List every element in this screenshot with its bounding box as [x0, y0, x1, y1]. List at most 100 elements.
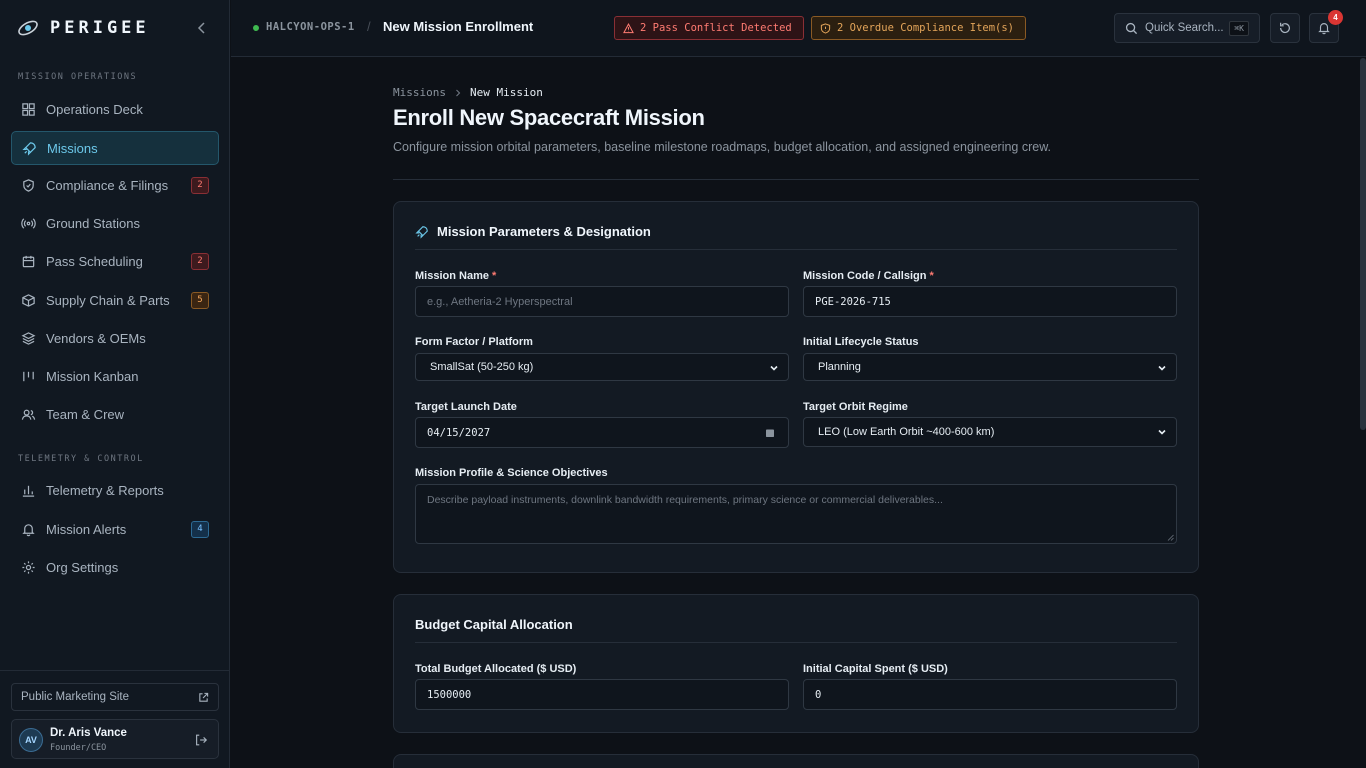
org-status-dot: [253, 25, 259, 31]
section-label-mission-operations: MISSION OPERATIONS: [18, 72, 138, 82]
lifecycle-value: Planning: [818, 361, 861, 373]
launch-date-input[interactable]: 04/15/2027: [415, 417, 789, 448]
objectives-textarea[interactable]: Describe payload instruments, downlink b…: [415, 484, 1177, 544]
required-marker: *: [492, 270, 497, 282]
grid-icon: [22, 102, 35, 116]
sidebar-item-label: Missions: [47, 140, 98, 156]
calendar-icon: [766, 429, 774, 437]
shield-check-icon: [23, 178, 34, 192]
notifications-button[interactable]: 4: [1309, 10, 1343, 43]
capital-spent-input[interactable]: 0: [803, 679, 1177, 710]
budget-allocation-card: Budget Capital Allocation Total Budget A…: [393, 594, 1199, 733]
radio-tower-icon: [21, 217, 36, 229]
logout-icon[interactable]: [194, 733, 208, 747]
sidebar-item-label: Mission Kanban: [46, 368, 139, 384]
mission-code-input[interactable]: PGE-2026-715: [803, 286, 1177, 317]
sidebar-item-mission-kanban[interactable]: Mission Kanban: [11, 359, 219, 393]
sidebar-item-supply-chain[interactable]: Supply Chain & Parts 5: [11, 283, 219, 317]
refresh-button[interactable]: [1270, 13, 1300, 43]
form-factor-label: Form Factor / Platform: [415, 336, 533, 348]
search-icon: [1125, 22, 1138, 34]
breadcrumb: Missions New Mission: [393, 86, 543, 99]
package-icon: [22, 293, 35, 307]
mission-code-label-text: Mission Code / Callsign: [803, 270, 927, 282]
topbar-separator: /: [367, 19, 371, 34]
mission-parameters-card: Mission Parameters & Designation Mission…: [393, 201, 1199, 573]
sidebar-item-label: Supply Chain & Parts: [46, 292, 170, 308]
topbar: HALCYON-OPS-1 / New Mission Enrollment 2…: [231, 0, 1366, 57]
total-budget-input[interactable]: 1500000: [415, 679, 789, 710]
sidebar-item-label: Operations Deck: [46, 101, 143, 117]
breadcrumb-missions[interactable]: Missions: [393, 86, 446, 99]
objectives-label: Mission Profile & Science Objectives: [415, 467, 608, 479]
refresh-icon: [1280, 22, 1290, 34]
sidebar-item-telemetry-reports[interactable]: Telemetry & Reports: [11, 473, 219, 507]
rocket-icon: [415, 226, 428, 239]
sidebar-item-label: Ground Stations: [46, 215, 140, 231]
section-label-telemetry-control: TELEMETRY & CONTROL: [18, 454, 144, 464]
org-name[interactable]: HALCYON-OPS-1: [266, 21, 355, 33]
total-budget-value: 1500000: [427, 688, 472, 701]
notification-count: 4: [1328, 10, 1343, 25]
sidebar-item-compliance[interactable]: Compliance & Filings 2: [11, 168, 219, 202]
header-divider: [393, 179, 1199, 180]
page-title: Enroll New Spacecraft Mission: [393, 105, 705, 130]
budget-allocation-header: Budget Capital Allocation: [415, 617, 1177, 643]
chevron-down-icon: [1158, 365, 1166, 371]
shield-alert-icon: [820, 22, 831, 34]
form-factor-select[interactable]: SmallSat (50-250 kg): [415, 353, 789, 381]
orbit-label: Target Orbit Regime: [803, 401, 908, 413]
sidebar-item-org-settings[interactable]: Org Settings: [11, 550, 219, 584]
mission-name-placeholder: e.g., Aetheria-2 Hyperspectral: [427, 295, 573, 308]
main-scrollbar[interactable]: [1360, 58, 1366, 430]
form-factor-value: SmallSat (50-250 kg): [430, 361, 534, 373]
breadcrumb-current: New Mission: [469, 86, 543, 99]
overdue-compliance-alert[interactable]: 2 Overdue Compliance Item(s): [811, 16, 1026, 40]
sidebar-item-ground-stations[interactable]: Ground Stations: [11, 206, 219, 240]
sidebar-item-label: Team & Crew: [46, 406, 125, 422]
launch-date-value: 04/15/2027: [427, 426, 491, 439]
sidebar-item-label: Vendors & OEMs: [46, 330, 146, 346]
mission-name-input[interactable]: e.g., Aetheria-2 Hyperspectral: [415, 286, 789, 317]
supply-chain-badge: 5: [191, 291, 209, 309]
bell-icon: [22, 523, 35, 536]
sidebar-item-label: Pass Scheduling: [46, 253, 143, 269]
chevron-down-icon: [770, 365, 778, 371]
mission-code-value: PGE-2026-715: [815, 295, 891, 308]
page-subtitle: Configure mission orbital parameters, ba…: [393, 140, 1052, 154]
sidebar-item-label: Org Settings: [46, 559, 119, 575]
mission-code-label: Mission Code / Callsign *: [803, 270, 934, 282]
main-content: Missions New Mission Enroll New Spacecra…: [231, 58, 1366, 768]
sidebar-footer: Public Marketing Site AV Dr. Aris Vance …: [0, 670, 230, 768]
sidebar-item-operations-deck[interactable]: Operations Deck: [11, 92, 219, 126]
user-card[interactable]: AV Dr. Aris Vance Founder/CEO: [11, 719, 219, 759]
chevron-down-icon: [1158, 429, 1166, 435]
total-budget-label: Total Budget Allocated ($ USD): [415, 663, 577, 675]
external-link-icon: [199, 692, 209, 702]
pass-conflict-text: 2 Pass Conflict Detected: [640, 22, 792, 34]
search-shortcut: ⌘K: [1229, 21, 1249, 36]
launch-date-label: Target Launch Date: [415, 401, 517, 413]
orbit-value: LEO (Low Earth Orbit ~400-600 km): [818, 426, 995, 438]
orbit-select[interactable]: LEO (Low Earth Orbit ~400-600 km): [803, 417, 1177, 447]
gear-icon: [22, 560, 35, 574]
rocket-icon: [22, 141, 36, 156]
resize-handle-icon[interactable]: [1167, 534, 1174, 541]
sidebar-item-missions[interactable]: Missions: [11, 131, 219, 165]
topbar-title: New Mission Enrollment: [383, 19, 534, 34]
quick-search[interactable]: Quick Search... ⌘K: [1114, 13, 1260, 43]
pass-conflict-alert[interactable]: 2 Pass Conflict Detected: [614, 16, 804, 40]
lifecycle-select[interactable]: Planning: [803, 353, 1177, 381]
overdue-compliance-text: 2 Overdue Compliance Item(s): [837, 22, 1015, 34]
capital-spent-value: 0: [815, 688, 822, 701]
lifecycle-label: Initial Lifecycle Status: [803, 336, 919, 348]
collapse-sidebar-icon[interactable]: [194, 20, 210, 36]
public-marketing-site-link[interactable]: Public Marketing Site: [11, 683, 219, 711]
orbit-logo-icon: [18, 20, 38, 36]
sidebar-item-team-crew[interactable]: Team & Crew: [11, 397, 219, 431]
calendar-icon: [22, 255, 35, 267]
sidebar-item-vendors[interactable]: Vendors & OEMs: [11, 321, 219, 355]
sidebar-item-pass-scheduling[interactable]: Pass Scheduling 2: [11, 244, 219, 278]
sidebar-item-mission-alerts[interactable]: Mission Alerts 4: [11, 512, 219, 546]
users-icon: [21, 409, 36, 420]
